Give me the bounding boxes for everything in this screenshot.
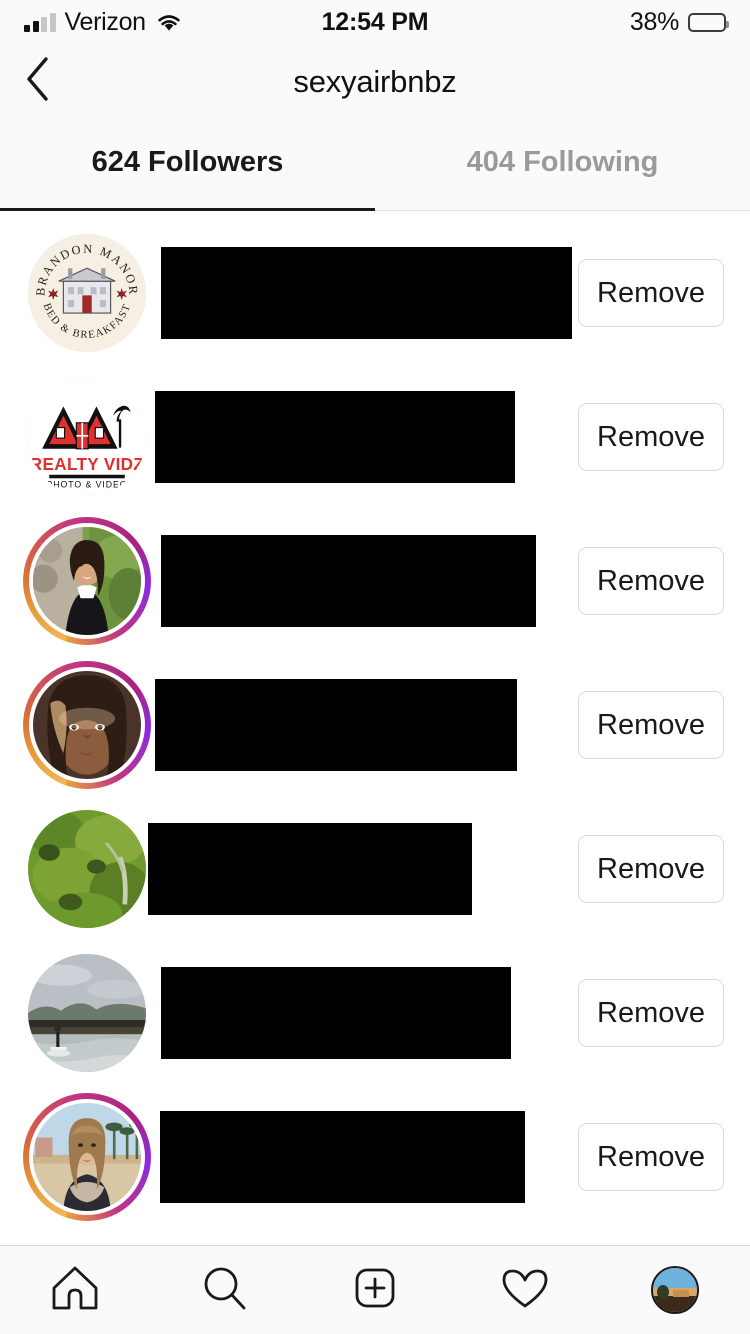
nav-header: sexyairbnbz (0, 44, 750, 119)
tab-bar: 624 Followers 404 Following (0, 119, 750, 211)
status-bar-left: Verizon (24, 8, 183, 37)
battery-percent-label: 38% (629, 7, 679, 36)
remove-button[interactable]: Remove (578, 979, 724, 1047)
avatar-portrait-woman-suit[interactable] (33, 527, 141, 635)
username-redaction-box (160, 1111, 525, 1203)
instagram-followers-screen: Verizon 12:54 PM 38% sexyairbnbz 624 Fol… (0, 0, 750, 1334)
follower-row[interactable]: Remove (0, 653, 750, 797)
tab-following[interactable]: 404 Following (375, 119, 750, 210)
remove-button[interactable]: Remove (578, 835, 724, 903)
avatar-realty-vidz-logo[interactable]: REALTY VIDZ PHOTO & VIDEO (28, 378, 146, 496)
username-redaction-box (155, 679, 517, 771)
avatar-container[interactable] (22, 1092, 152, 1222)
profile-avatar (651, 1266, 699, 1314)
story-ring[interactable] (23, 517, 151, 645)
followers-list[interactable]: BRANDON MANOR BED & BREAKFAST Remove REA… (0, 211, 750, 1245)
username-redaction-box (161, 535, 536, 627)
follower-row[interactable]: BRANDON MANOR BED & BREAKFAST Remove (0, 221, 750, 365)
avatar-container[interactable]: REALTY VIDZ PHOTO & VIDEO (22, 372, 152, 502)
page-title: sexyairbnbz (293, 63, 457, 99)
follower-row[interactable]: Remove (0, 1085, 750, 1229)
follower-row[interactable]: Remove (0, 941, 750, 1085)
remove-button[interactable]: Remove (578, 547, 724, 615)
username-redaction-box (161, 247, 572, 339)
nav-activity-button[interactable] (450, 1246, 600, 1334)
avatar-container[interactable]: BRANDON MANOR BED & BREAKFAST (22, 228, 152, 358)
avatar-container[interactable] (22, 516, 152, 646)
avatar-lake-watersport[interactable] (28, 954, 146, 1072)
follower-row[interactable]: Remove (0, 797, 750, 941)
status-bar: Verizon 12:54 PM 38% (0, 0, 750, 44)
story-ring[interactable] (23, 1093, 151, 1221)
story-ring[interactable] (23, 661, 151, 789)
nav-home-button[interactable] (0, 1246, 150, 1334)
remove-button[interactable]: Remove (578, 259, 724, 327)
clock-label: 12:54 PM (321, 7, 429, 36)
avatar-green-foliage[interactable] (28, 810, 146, 928)
tab-following-label: 404 Following (466, 146, 659, 178)
avatar-container[interactable] (22, 948, 152, 1078)
nav-search-button[interactable] (150, 1246, 300, 1334)
home-icon (48, 1261, 102, 1320)
battery-icon (688, 12, 729, 32)
status-bar-right: 38% (629, 7, 729, 37)
follower-row[interactable]: Remove (0, 509, 750, 653)
tab-followers-label: 624 Followers (91, 146, 284, 178)
avatar-brandon-manor-logo[interactable]: BRANDON MANOR BED & BREAKFAST (28, 234, 146, 352)
avatar-beach-palms-portrait[interactable] (33, 1103, 141, 1211)
username-redaction-box (161, 967, 511, 1059)
back-button[interactable] (0, 45, 74, 119)
svg-text:REALTY VIDZ: REALTY VIDZ (30, 455, 144, 474)
add-post-icon (348, 1261, 402, 1320)
search-icon (198, 1261, 252, 1320)
remove-button[interactable]: Remove (578, 691, 724, 759)
remove-button[interactable]: Remove (578, 403, 724, 471)
wifi-icon (155, 12, 183, 32)
bottom-navigation-bar (0, 1245, 750, 1334)
tab-followers[interactable]: 624 Followers (0, 119, 375, 211)
chevron-left-icon (22, 55, 52, 108)
nav-profile-button[interactable] (600, 1246, 750, 1334)
heart-icon (498, 1261, 552, 1320)
carrier-label: Verizon (64, 7, 147, 36)
username-redaction-box (155, 391, 515, 483)
avatar-portrait-woman-closeup[interactable] (33, 671, 141, 779)
svg-text:PHOTO & VIDEO: PHOTO & VIDEO (47, 480, 128, 490)
follower-row[interactable]: REALTY VIDZ PHOTO & VIDEO Remove (0, 365, 750, 509)
nav-add-post-button[interactable] (300, 1246, 450, 1334)
cellular-signal-icon (24, 12, 56, 32)
avatar-container[interactable] (22, 660, 152, 790)
username-redaction-box (148, 823, 472, 915)
remove-button[interactable]: Remove (578, 1123, 724, 1191)
avatar-container[interactable] (22, 804, 152, 934)
